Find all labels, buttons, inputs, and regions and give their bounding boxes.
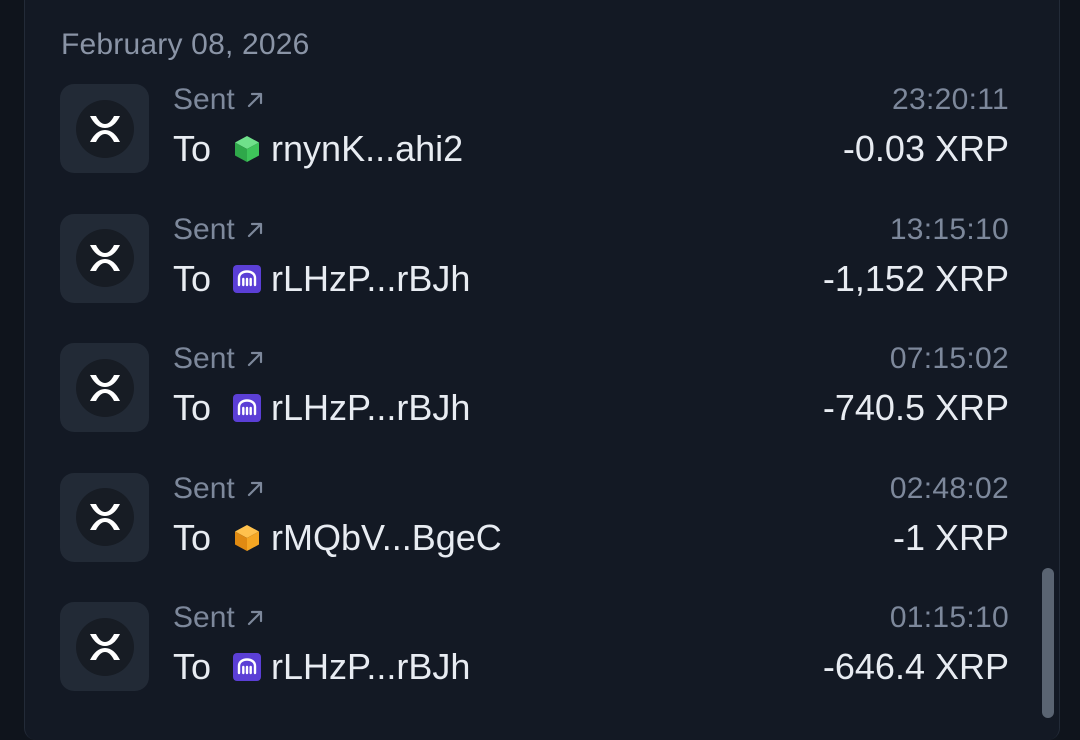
transaction-row[interactable]: Sent To rLHzP...rBJh 07:15:02 -740.5 XRP — [25, 342, 1059, 473]
kraken-icon — [233, 394, 262, 422]
to-label: To — [173, 257, 212, 299]
tx-time: 02:48:02 — [889, 471, 1009, 505]
tx-recipient: To rMQbV...BgeC — [173, 517, 502, 559]
xrp-token-icon-container — [60, 213, 149, 303]
tx-type-label: Sent — [173, 601, 235, 634]
tx-type: Sent — [173, 472, 265, 506]
to-label: To — [173, 516, 212, 558]
xrp-icon — [75, 99, 134, 158]
transaction-row[interactable]: Sent To rLHzP...rBJh 01:15:10 -646.4 XRP — [25, 601, 1059, 732]
transaction-history-panel: February 08, 2026 Sent To rnynK...ahi2 2… — [24, 0, 1060, 740]
tx-amount: -1,152 XRP — [822, 257, 1009, 299]
xrp-token-icon-container — [60, 84, 149, 173]
tx-type: Sent — [173, 342, 265, 376]
tx-type-label: Sent — [173, 342, 235, 375]
green-cube-icon — [233, 135, 261, 163]
recipient-address[interactable]: rLHzP...rBJh — [271, 258, 470, 300]
arrow-up-right-icon — [245, 220, 265, 240]
transaction-list: Sent To rnynK...ahi2 23:20:11 -0.03 XRP — [25, 83, 1059, 732]
tx-amount: -646.4 XRP — [822, 646, 1009, 687]
xrp-token-icon-container — [60, 343, 149, 432]
tx-recipient: To rLHzP...rBJh — [173, 258, 470, 300]
transaction-row[interactable]: Sent To rLHzP...rBJh 13:15:10 -1,152 XRP — [25, 212, 1059, 344]
xrp-icon — [75, 617, 134, 676]
date-header: February 08, 2026 — [61, 28, 310, 61]
tx-type-label: Sent — [173, 471, 235, 505]
tx-time: 13:15:10 — [889, 212, 1009, 246]
xrp-token-icon-container — [60, 602, 149, 691]
tx-type-label: Sent — [173, 83, 235, 116]
xrp-icon — [75, 229, 134, 287]
arrow-up-right-icon — [245, 90, 265, 110]
tx-recipient: To rnynK...ahi2 — [173, 128, 463, 170]
transaction-row[interactable]: Sent To rMQbV...BgeC 02:48:02 -1 XRP — [25, 471, 1059, 603]
tx-type: Sent — [173, 213, 265, 247]
to-label: To — [173, 646, 212, 687]
tx-type: Sent — [173, 83, 265, 117]
kraken-icon — [233, 653, 262, 681]
recipient-address[interactable]: rLHzP...rBJh — [271, 646, 470, 688]
scrollbar-thumb[interactable] — [1042, 568, 1054, 718]
tx-time: 23:20:11 — [892, 83, 1009, 116]
tx-type-label: Sent — [173, 212, 235, 246]
xrp-token-icon-container — [60, 472, 149, 562]
tx-amount: -0.03 XRP — [842, 128, 1009, 169]
kraken-icon — [233, 264, 262, 293]
tx-recipient: To rLHzP...rBJh — [173, 646, 470, 688]
transaction-row[interactable]: Sent To rnynK...ahi2 23:20:11 -0.03 XRP — [25, 83, 1059, 214]
arrow-up-right-icon — [245, 608, 265, 628]
tx-amount: -1 XRP — [892, 516, 1009, 558]
recipient-address[interactable]: rMQbV...BgeC — [271, 517, 502, 559]
tx-recipient: To rLHzP...rBJh — [173, 387, 470, 429]
recipient-address[interactable]: rLHzP...rBJh — [271, 387, 470, 429]
orange-cube-icon — [233, 524, 261, 552]
arrow-up-right-icon — [245, 349, 265, 369]
tx-type: Sent — [173, 601, 265, 635]
tx-amount: -740.5 XRP — [822, 387, 1009, 428]
arrow-up-right-icon — [245, 479, 265, 499]
recipient-address[interactable]: rnynK...ahi2 — [271, 128, 463, 170]
to-label: To — [173, 387, 212, 428]
tx-time: 07:15:02 — [889, 342, 1009, 375]
to-label: To — [173, 128, 212, 169]
xrp-icon — [75, 358, 134, 417]
xrp-icon — [75, 488, 134, 546]
tx-time: 01:15:10 — [889, 601, 1009, 634]
